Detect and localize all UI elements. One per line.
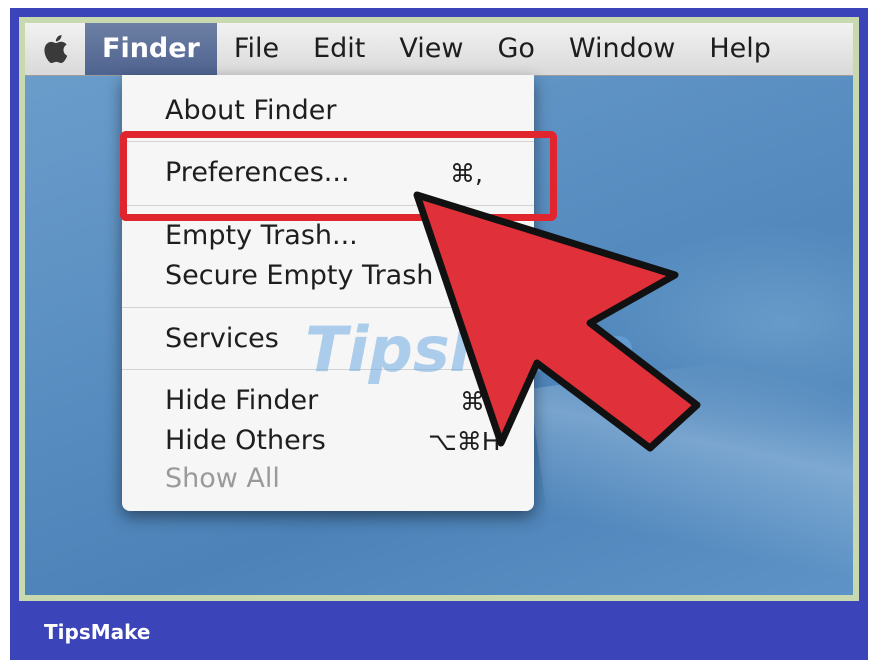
image-frame: Finder File Edit View Go Window Help Abo… <box>10 8 868 604</box>
desktop-background: Finder File Edit View Go Window Help Abo… <box>25 23 853 595</box>
pointer-arrow-icon <box>413 191 701 452</box>
footer-bar: TipsMake <box>10 604 868 660</box>
image-border: Finder File Edit View Go Window Help Abo… <box>19 17 859 601</box>
footer-brand: TipsMake <box>44 620 151 644</box>
